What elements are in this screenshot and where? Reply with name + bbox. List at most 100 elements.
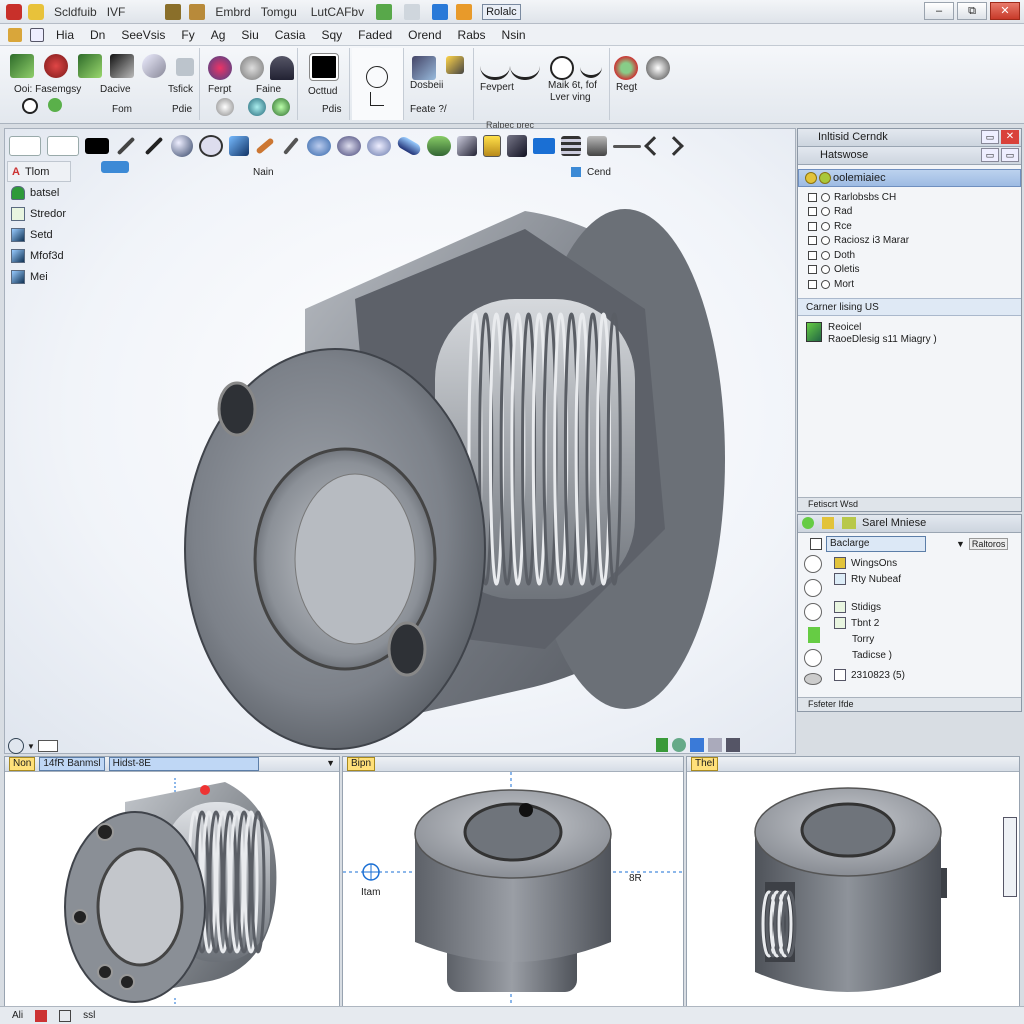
panel-pin-button[interactable]: ▭ [981,148,999,162]
status-doc-icon[interactable] [59,1009,72,1022]
menu-doc-icon[interactable] [30,27,44,42]
save-icon[interactable] [165,3,182,20]
layout-icon[interactable] [37,740,58,752]
option-radio[interactable] [821,279,830,289]
option-radio[interactable] [821,265,830,275]
close-button[interactable]: ✕ [990,2,1020,20]
mirror-icon[interactable] [272,98,290,116]
appearance-tab-icon-2[interactable] [822,517,834,529]
appearance-row[interactable]: Stidigs [798,599,1021,615]
appearance-row[interactable]: Tadicse ) [798,647,1021,663]
view-cube-mini[interactable] [1003,817,1017,897]
menu-item-nsin[interactable]: Nsin [494,28,534,42]
viewport-tab-label-2[interactable]: Hidst-8E [108,757,259,771]
panel-float-button[interactable]: ▭ [1001,148,1019,162]
quick-access-icon[interactable] [28,3,44,20]
reference-point-icon[interactable] [366,66,388,88]
chevron-down-icon[interactable]: ▼ [956,539,965,549]
menu-item-sqy[interactable]: Sqy [313,28,350,42]
status-save-icon[interactable] [35,1009,48,1022]
menu-item-faded[interactable]: Faded [350,28,400,42]
option-row[interactable]: Doth [798,248,1021,263]
axis-icon[interactable] [370,92,384,106]
viewport-right[interactable]: Thel [686,756,1020,1018]
edges-icon[interactable] [690,738,704,752]
mass-icon[interactable] [580,56,602,78]
sketch-icon[interactable] [10,54,34,78]
wire-icon[interactable] [708,738,722,752]
viewport-isometric[interactable]: Non 14fR Banmsl Hidst-8E ▼ [4,756,340,1018]
green-flag-icon[interactable] [656,738,668,752]
render-icon[interactable] [614,56,638,80]
menu-item-seevsis[interactable]: SeeVsis [113,28,173,42]
option-row[interactable]: Rad [798,205,1021,220]
maximize-button[interactable]: ⧉ [957,2,987,20]
graphics-area[interactable]: Nain Cend A Tlom batsel Stredor Setd Mfo… [4,128,796,754]
document-combo[interactable]: Embrd [215,5,250,19]
panel-restore-button[interactable]: ▭ [981,130,999,144]
chevron-down-icon[interactable]: ▼ [27,742,35,751]
export-icon[interactable] [480,56,510,80]
cut-icon[interactable] [110,54,134,78]
material-entry[interactable]: Reoicel RaoeDlesig s11 Miagry ) [798,316,1021,346]
panel-close-button[interactable]: ✕ [1001,130,1019,144]
output-icon[interactable] [309,53,339,81]
paint-icon[interactable] [376,3,393,20]
search-icon[interactable] [22,98,38,114]
help-icon[interactable] [456,3,473,20]
menu-item-siu[interactable]: Siu [233,28,266,42]
menu-item-hia[interactable]: Hia [48,28,82,42]
search-input[interactable]: Rolalc [482,3,521,20]
menu-item-orend[interactable]: Orend [400,28,449,42]
option-radio[interactable] [821,250,830,260]
link-icon[interactable] [404,3,421,20]
option-checkbox[interactable] [808,279,817,289]
appearance-field[interactable]: Baclarge [826,536,926,552]
option-radio[interactable] [821,221,830,231]
option-checkbox[interactable] [808,207,817,217]
appearance-icon[interactable] [646,56,670,80]
chevron-down-icon[interactable]: ▼ [326,758,335,768]
menu-item-fy[interactable]: Fy [173,28,202,42]
option-row[interactable]: Raciosz i3 Marar [798,234,1021,249]
option-checkbox[interactable] [808,250,817,260]
shell-icon[interactable] [270,56,294,80]
menu-item-ag[interactable]: Ag [203,28,234,42]
appearance-row[interactable]: Tbnt 2 [798,615,1021,631]
appearance-tab-icon-3[interactable] [842,517,856,529]
appearance-row[interactable]: 2310823 (5) [798,667,1021,683]
extrude-icon[interactable] [78,54,102,78]
viewport-tag[interactable]: Bipn [347,757,376,771]
rib-icon[interactable] [216,98,234,116]
menu-item-rabs[interactable]: Rabs [450,28,494,42]
option-checkbox[interactable] [808,192,817,202]
measure-icon[interactable] [550,56,574,80]
hidden-lines-icon[interactable] [726,738,740,752]
menu-item-casia[interactable]: Casia [267,28,314,42]
property-selection[interactable]: oolemiaiec [798,169,1021,187]
option-radio[interactable] [821,236,830,246]
option-row[interactable]: Rarlobsbs CH [798,190,1021,205]
settings-icon[interactable] [432,3,449,20]
rotate-view-icon[interactable] [8,738,24,754]
minimize-button[interactable]: – [924,2,954,20]
appearance-field-button[interactable]: Raltoros [968,538,1009,550]
document-combo-2[interactable]: Tomgu [261,5,297,19]
option-radio[interactable] [821,192,830,202]
appearance-row[interactable]: Rty Nubeaf [798,571,1021,587]
feature-icon[interactable] [208,56,232,80]
viewport-tag[interactable]: Thel [691,757,719,771]
draft-icon[interactable] [176,58,194,76]
export-alt-icon[interactable] [510,56,540,80]
folder-icon[interactable] [189,3,206,20]
revolve-icon[interactable] [142,54,166,78]
model-3d-main[interactable] [5,129,796,754]
option-row[interactable]: Rce [798,219,1021,234]
menu-app-icon[interactable] [8,27,22,42]
viewport-front[interactable]: Bipn Itam 8R [342,756,684,1018]
option-radio[interactable] [821,207,830,217]
design-study-icon[interactable] [412,56,436,80]
document-combo-3[interactable]: LutCAFbv [311,5,364,19]
wrap-icon[interactable] [248,98,266,116]
option-row[interactable]: Mort [798,277,1021,292]
